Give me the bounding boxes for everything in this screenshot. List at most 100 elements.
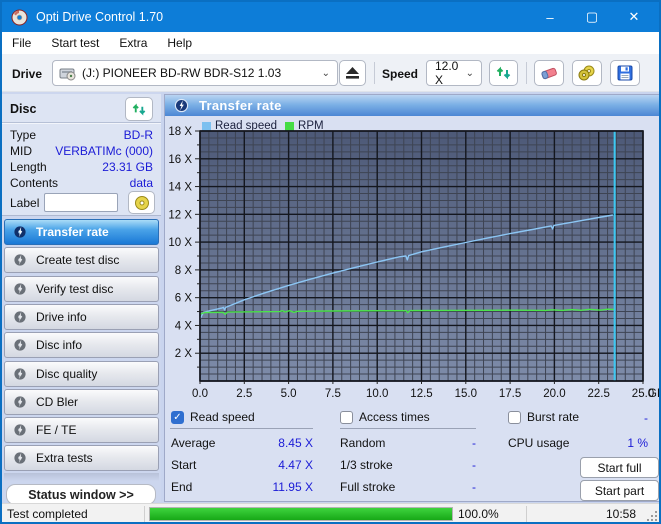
stats-area: ✓ Read speed Average8.45 XStart4.47 XEnd… [165,410,659,502]
svg-text:22.5: 22.5 [588,388,610,400]
access-times-checkbox-label: Access times [359,410,430,424]
divider [2,122,161,123]
status-bar: Test completed 100.0% 10:58 [2,503,659,523]
disc-box-title: Disc [10,102,36,116]
write-label-button[interactable] [128,191,155,214]
close-button[interactable]: ✕ [613,2,655,32]
svg-text:10.0: 10.0 [366,388,388,400]
disc-property-label: MID [10,143,32,159]
access-time-stat-value: - [472,436,476,450]
disc-property-label: Contents [10,175,58,191]
sidebar-item-disc-info[interactable]: Disc info [4,332,159,358]
svg-text:5.0: 5.0 [281,388,297,400]
sidebar-item-verify-test-disc[interactable]: Verify test disc [4,276,159,302]
eject-button[interactable] [339,60,366,86]
access-times-checkbox[interactable] [340,411,353,424]
cpu-usage-label: CPU usage [508,436,569,450]
transfer-rate-chart: 2 X4 X6 X8 X10 X12 X14 X16 X18 X0.02.55.… [165,117,659,407]
progress-percent: 100.0% [458,504,499,524]
start-part-button[interactable]: Start part [580,480,659,501]
sidebar-item-label: Transfer rate [36,225,109,239]
sidebar-item-label: CD Bler [36,395,78,409]
svg-text:0.0: 0.0 [192,388,208,400]
sidebar-item-transfer-rate[interactable]: Transfer rate [4,219,159,245]
disc-icon [13,282,27,296]
sidebar-item-label: FE / TE [36,423,76,437]
disc-icon [13,423,27,437]
transfer-rate-icon [174,98,189,113]
access-time-stat-value: - [472,458,476,472]
disc-icon [13,310,27,324]
sidebar-item-disc-quality[interactable]: Disc quality [4,361,159,387]
disc-property-value: 23.31 GB [102,159,153,175]
refresh-icon [132,102,147,117]
status-window-button[interactable]: Status window >> [6,484,156,505]
read-speed-checkbox-label: Read speed [190,410,255,424]
start-full-button[interactable]: Start full [580,457,659,478]
sidebar-item-create-test-disc[interactable]: Create test disc [4,247,159,273]
drive-select[interactable]: (J:) PIONEER BD-RW BDR-S12 1.03 ⌄ [52,60,338,86]
divider [170,428,313,429]
status-text: Test completed [7,504,88,524]
read-speed-stat-label: End [171,480,192,494]
speed-select[interactable]: 12.0 X ⌄ [426,60,482,86]
disc-info-box: Disc TypeBD-RMIDVERBATIMc (000)Length 23.… [2,94,161,216]
sidebar-item-extra-tests[interactable]: Extra tests [4,445,159,471]
disc-property-value: data [130,175,153,191]
disc-property-row: TypeBD-R [10,127,153,143]
svg-text:18 X: 18 X [168,126,192,138]
svg-text:6 X: 6 X [175,293,193,305]
svg-text:10 X: 10 X [168,237,192,249]
elapsed-time: 10:58 [528,504,636,524]
menu-item-help[interactable]: Help [157,32,202,54]
maximize-button[interactable]: ▢ [571,2,613,32]
speed-label: Speed [382,67,418,81]
sidebar-item-label: Create test disc [36,253,119,267]
refresh-disc-button[interactable] [125,97,153,121]
minimize-button[interactable]: – [529,2,571,32]
menu-bar: FileStart testExtraHelp [2,32,659,54]
disc-icon [13,395,27,409]
refresh-speeds-button[interactable] [489,60,518,86]
sidebar-item-fe-te[interactable]: FE / TE [4,417,159,443]
read-speed-stat-label: Average [171,436,215,450]
gold-disc-icon [134,195,150,211]
burst-rate-checkbox[interactable] [508,411,521,424]
read-speed-stat-value: 11.95 X [273,480,313,494]
disc-icon [13,225,27,239]
access-time-stat-label: Random [340,436,385,450]
access-time-stat-value: - [472,480,476,494]
svg-text:14 X: 14 X [168,182,192,194]
menu-item-file[interactable]: File [2,32,41,54]
menu-item-start-test[interactable]: Start test [41,32,109,54]
sidebar-item-cd-bler[interactable]: CD Bler [4,389,159,415]
erase-disc-button[interactable] [534,60,564,86]
drive-icon [59,65,77,81]
disc-label-caption: Label [10,196,39,210]
progress-fill [150,508,452,520]
disc-property-label: Length [10,159,47,175]
chevron-down-icon: ⌄ [466,68,474,79]
save-button[interactable] [610,60,640,86]
read-speed-checkbox[interactable]: ✓ [171,411,184,424]
disc-property-row: Length 23.31 GB [10,159,153,175]
drive-label: Drive [12,67,42,81]
divider [340,428,476,429]
eject-icon [346,67,359,79]
read-speed-stat-value: 8.45 X [278,436,313,450]
sidebar-item-drive-info[interactable]: Drive info [4,304,159,330]
divider [526,506,527,522]
disc-properties: TypeBD-RMIDVERBATIMc (000)Length 23.31 GB… [10,127,153,191]
chevron-down-icon: ⌄ [322,68,330,79]
svg-text:20.0: 20.0 [543,388,565,400]
menu-item-extra[interactable]: Extra [109,32,157,54]
resize-grip[interactable] [645,509,657,521]
svg-text:7.5: 7.5 [325,388,341,400]
progress-bar [149,507,453,521]
disc-label-input[interactable] [44,193,118,212]
compare-discs-button[interactable] [572,60,602,86]
disc-property-row: MIDVERBATIMc (000) [10,143,153,159]
disc-icon [13,451,27,465]
svg-text:4 X: 4 X [175,320,193,332]
panel-title: Transfer rate [199,98,282,113]
